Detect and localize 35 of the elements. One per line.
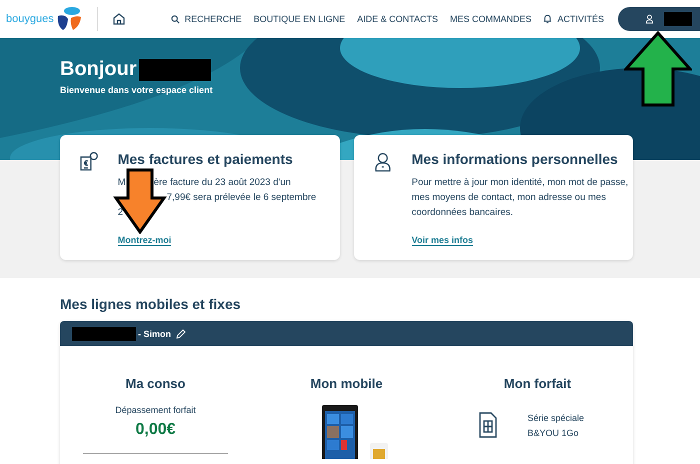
nav-link[interactable]: BOUTIQUE EN LIGNE: [254, 14, 346, 24]
welcome-subtitle: Bienvenue dans votre espace client: [60, 85, 214, 95]
card-title: Mes informations personnelles: [412, 151, 619, 167]
home-icon[interactable]: [112, 12, 126, 26]
card-text: ère facture du 23 août 2023 d'un: [154, 176, 291, 190]
plan-name: Série spéciale B&YOU 1Go: [528, 412, 586, 440]
nav-link[interactable]: MES COMMANDES: [450, 14, 532, 24]
section-title: Mes lignes mobiles et fixes: [60, 296, 242, 312]
user-icon: [645, 14, 654, 24]
card-title: Mes factures et paiements: [118, 151, 294, 167]
nav-link[interactable]: AIDE & CONTACTS: [357, 14, 438, 24]
overage-label: Dépassement forfait: [115, 405, 196, 415]
nav-link[interactable]: ACTIVITÉS: [543, 14, 604, 24]
card-link[interactable]: Montrez-moi: [118, 235, 172, 246]
redacted-block: [664, 12, 692, 26]
card-link[interactable]: Voir mes infos: [412, 235, 473, 246]
invoice-icon: [78, 151, 100, 173]
greeting-title: Bonjour: [60, 58, 137, 81]
pencil-icon[interactable]: [176, 328, 186, 338]
down-arrow-drawing: [112, 168, 168, 234]
bell-icon: [543, 14, 552, 24]
column-title: Ma conso: [126, 376, 186, 391]
card-text: 2: [118, 207, 124, 218]
card-text: 7,99€ sera prélevée le 6 septembre: [166, 191, 316, 205]
account-button[interactable]: [618, 7, 700, 31]
column-title: Mon mobile: [310, 376, 383, 391]
overage-amount: 0,00€: [135, 421, 176, 439]
column-title: Mon forfait: [504, 376, 572, 391]
nav-link[interactable]: RECHERCHE: [170, 14, 242, 24]
card-text: M: [118, 177, 126, 188]
line-name: - Simon: [138, 328, 171, 338]
search-icon: [170, 14, 180, 24]
redacted-block: [72, 326, 136, 340]
card-text: Pour mettre à jour mon identité, mon mot de passe, mes moyens de contact, mon adresse ou mes coordonnées bancaires.: [412, 176, 630, 220]
sim-card-icon: [478, 411, 498, 439]
